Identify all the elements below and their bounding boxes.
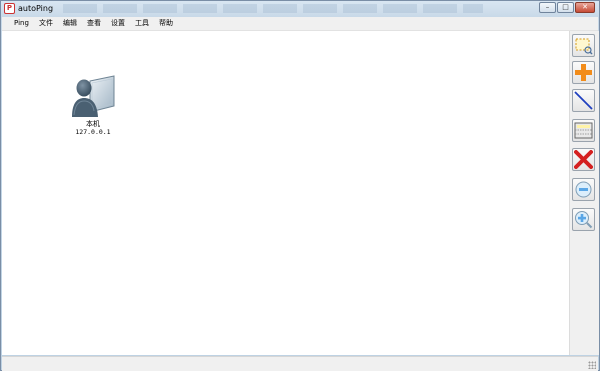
window-controls: – □ ✕ [539,2,595,14]
node-ip-label: 127.0.0.1 [75,128,111,136]
menu-ping[interactable]: Ping [14,17,29,30]
select-area-button[interactable] [572,34,595,57]
status-bar [2,356,598,371]
network-canvas[interactable]: 本机 127.0.0.1 [2,31,569,355]
menu-tools[interactable]: 工具 [135,17,149,30]
host-node[interactable]: 本机 127.0.0.1 [68,75,118,136]
grid-layout-icon [574,122,593,139]
draw-line-button[interactable] [572,89,595,112]
draw-line-icon [574,91,593,110]
computer-user-icon [72,75,115,117]
zoom-out-button[interactable] [572,178,595,201]
taskbar-preview-strip [63,4,483,13]
app-logo-icon: P [4,3,15,14]
select-area-icon [575,38,593,55]
zoom-in-button[interactable] [572,208,595,231]
menu-view[interactable]: 查看 [87,17,101,30]
node-name-label: 本机 [86,120,100,128]
zoom-in-icon [575,211,593,229]
close-button[interactable]: ✕ [575,2,595,13]
add-node-icon [575,64,592,81]
delete-icon [574,150,593,169]
grid-layout-button[interactable] [572,119,595,142]
right-toolbar [569,31,599,355]
menu-settings[interactable]: 设置 [111,17,125,30]
add-node-button[interactable] [572,61,595,84]
menu-file[interactable]: 文件 [39,17,53,30]
maximize-button[interactable]: □ [557,2,574,13]
window-title: autoPing [18,4,54,13]
minimize-button[interactable]: – [539,2,556,13]
delete-button[interactable] [572,148,595,171]
app-window: P autoPing – □ ✕ Ping 文件 编辑 查看 设置 工具 帮助 [0,0,600,371]
zoom-out-icon [575,181,592,198]
menu-edit[interactable]: 编辑 [63,17,77,30]
menu-help[interactable]: 帮助 [159,17,173,30]
title-bar[interactable]: P autoPing – □ ✕ [1,1,599,16]
resize-grip-icon[interactable] [588,361,596,369]
menu-bar: Ping 文件 编辑 查看 设置 工具 帮助 [2,17,598,31]
